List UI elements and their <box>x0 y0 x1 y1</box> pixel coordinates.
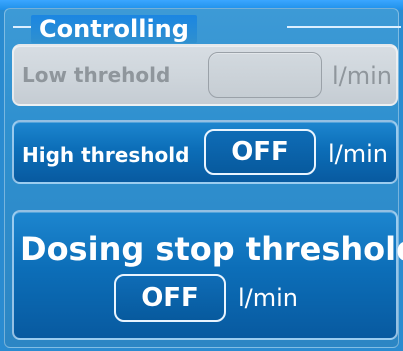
high-threshold-row: High threshold OFF l/min <box>12 120 398 184</box>
high-threshold-input[interactable]: OFF <box>204 129 316 175</box>
dosing-stop-threshold-input[interactable]: OFF <box>114 274 226 322</box>
high-threshold-label: High threshold <box>22 143 190 167</box>
panel-title: Controlling <box>31 15 197 43</box>
low-threshold-unit: l/min <box>332 62 393 90</box>
low-threshold-row: Low threhold l/min <box>12 44 398 106</box>
title-rule-left <box>13 26 31 28</box>
low-threshold-input[interactable] <box>208 52 322 98</box>
dosing-stop-threshold-unit: l/min <box>238 284 299 312</box>
high-threshold-unit: l/min <box>328 140 389 168</box>
low-threshold-label: Low threhold <box>22 63 171 87</box>
dosing-stop-threshold-label: Dosing stop threshold <box>20 230 403 268</box>
title-rule-right <box>287 26 401 28</box>
dosing-stop-threshold-row: Dosing stop threshold OFF l/min <box>12 210 403 340</box>
